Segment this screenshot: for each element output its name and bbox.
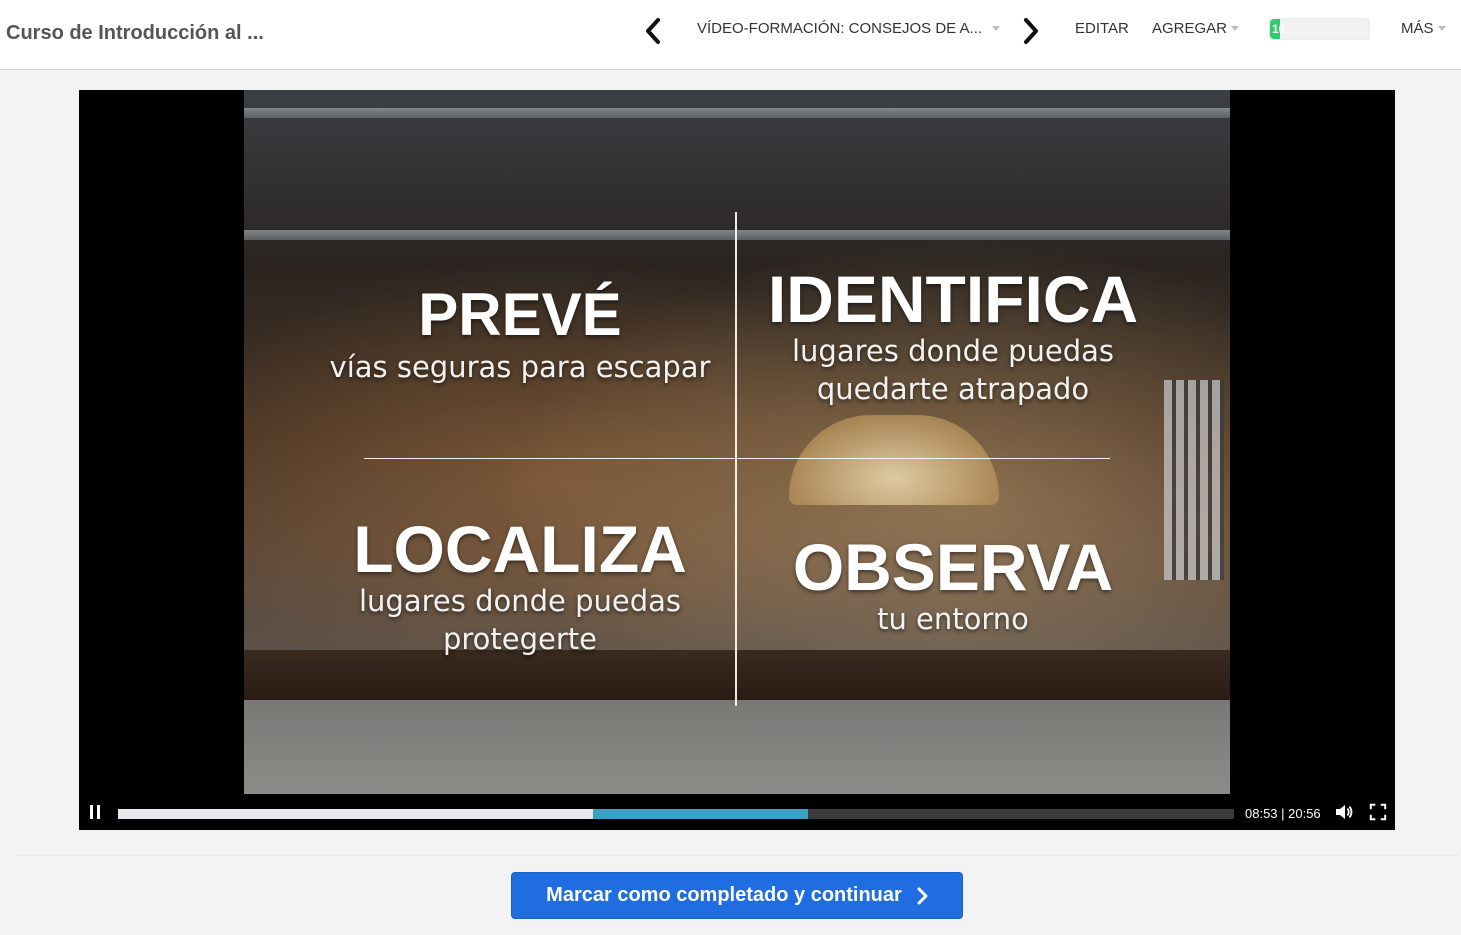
- chevron-left-icon: [646, 18, 660, 44]
- quadrant-top-left: PREVÉ vías seguras para escapar: [304, 282, 736, 386]
- progress-text: 10: [1272, 22, 1286, 36]
- caret-down-icon: [1437, 26, 1446, 31]
- add-menu-label: AGREGAR: [1152, 20, 1228, 37]
- lesson-dropdown-label: VÍDEO-FORMACIÓN: CONSEJOS DE A...: [697, 20, 983, 37]
- scene-window: [1164, 380, 1224, 580]
- edit-menu[interactable]: EDITAR: [1075, 20, 1129, 37]
- quadrant-top-right: IDENTIFICA lugares donde puedas quedarte…: [744, 266, 1162, 408]
- video-seek-bar[interactable]: [118, 809, 1234, 819]
- pause-button[interactable]: [85, 802, 105, 822]
- quadrant-title: IDENTIFICA: [767, 262, 1139, 336]
- scene-counter: [244, 700, 1230, 794]
- played-range: [118, 809, 594, 819]
- mark-complete-continue-button[interactable]: Marcar como completado y continuar: [511, 872, 963, 919]
- scene-lamp: [789, 415, 999, 505]
- caret-down-icon: [1231, 26, 1240, 31]
- chevron-right-icon: [917, 887, 928, 904]
- volume-button[interactable]: [1334, 802, 1354, 822]
- scene-shelf: [244, 230, 1230, 240]
- add-menu[interactable]: AGREGAR: [1152, 20, 1240, 37]
- previous-lesson-button[interactable]: [640, 16, 666, 46]
- quadrant-subtitle: tu entorno: [877, 602, 1029, 636]
- quadrant-subtitle: lugares donde puedas protegerte: [359, 584, 681, 656]
- more-menu[interactable]: MÁS: [1401, 20, 1446, 37]
- fullscreen-icon: [1369, 803, 1387, 821]
- course-title[interactable]: Curso de Introducción al ...: [6, 22, 264, 45]
- top-navigation-bar: Curso de Introducción al ... VÍDEO-FORMA…: [0, 0, 1461, 70]
- chevron-right-icon: [1024, 18, 1038, 44]
- video-controls: 08:53 | 20:56: [79, 794, 1395, 830]
- more-menu-label: MÁS: [1401, 20, 1434, 37]
- mark-complete-label: Marcar como completado y continuar: [546, 884, 902, 906]
- quadrant-subtitle: vías seguras para escapar: [329, 350, 711, 384]
- video-frame-image[interactable]: PREVÉ vías seguras para escapar IDENTIFI…: [244, 90, 1230, 794]
- fullscreen-button[interactable]: [1368, 802, 1388, 822]
- volume-icon: [1336, 805, 1353, 819]
- quadrant-subtitle: lugares donde puedas quedarte atrapado: [792, 334, 1114, 406]
- time-display: 08:53 | 20:56: [1245, 806, 1321, 821]
- quadrant-title: OBSERVA: [792, 530, 1114, 604]
- content-divider: [17, 855, 1457, 856]
- quadrant-title: LOCALIZA: [353, 512, 687, 586]
- scene-shelf: [244, 108, 1230, 118]
- quadrant-title: PREVÉ: [418, 281, 622, 348]
- caret-down-icon: [992, 26, 1001, 31]
- lesson-dropdown[interactable]: VÍDEO-FORMACIÓN: CONSEJOS DE A...: [697, 20, 1001, 37]
- quadrant-bottom-right: OBSERVA tu entorno: [764, 534, 1142, 638]
- next-lesson-button[interactable]: [1018, 16, 1044, 46]
- video-player[interactable]: PREVÉ vías seguras para escapar IDENTIFI…: [79, 90, 1395, 830]
- quadrant-bottom-left: LOCALIZA lugares donde puedas protegerte: [334, 516, 706, 658]
- horizontal-divider: [364, 458, 1110, 459]
- pause-icon: [88, 805, 102, 819]
- course-progress-bar: 10: [1269, 18, 1370, 40]
